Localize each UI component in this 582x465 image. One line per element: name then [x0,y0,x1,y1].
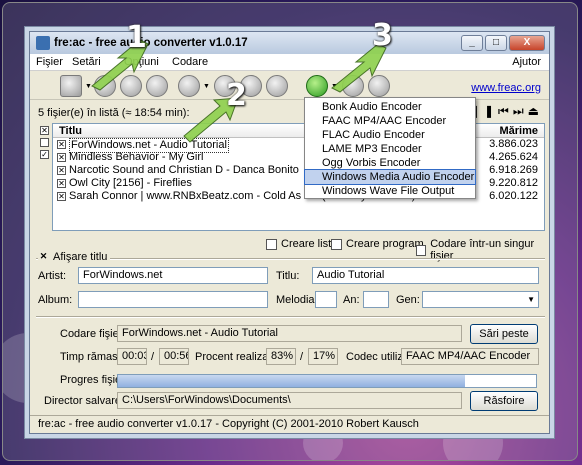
annotation-arrows [91,39,387,143]
callout-number-1: 1 [126,20,147,55]
callout-number-3: 3 [372,18,393,53]
callout-number-2: 2 [226,78,247,113]
